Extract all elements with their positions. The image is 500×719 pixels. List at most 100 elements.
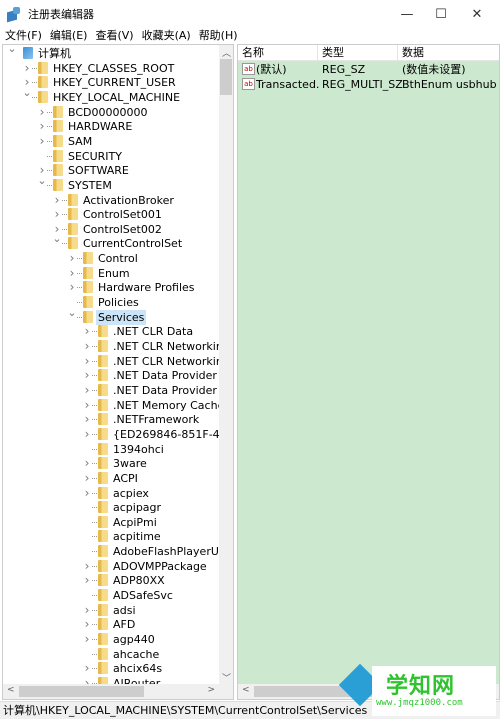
expand-chevron-icon[interactable]: ›	[37, 119, 47, 133]
tree-item[interactable]: › .NET CLR Networking 4	[3, 354, 233, 369]
menu-view[interactable]: 查看(V)	[92, 27, 136, 43]
close-button[interactable]: ✕	[454, 0, 500, 28]
expand-chevron-icon[interactable]: ›	[82, 412, 92, 426]
tree-item[interactable]: › Hardware Profiles	[3, 280, 221, 295]
tree-vertical-scrollbar[interactable]: ︿ ﹀	[219, 45, 233, 685]
expand-chevron-icon[interactable]: ›	[82, 632, 92, 646]
expand-chevron-icon[interactable]: ›	[37, 134, 47, 148]
collapse-chevron-icon[interactable]: ⌄	[67, 306, 77, 319]
tree-item[interactable]: › .NET Data Provider for	[3, 368, 233, 383]
tree-item[interactable]: › 3ware	[3, 456, 221, 471]
menu-help[interactable]: 帮助(H)	[196, 27, 241, 43]
tree-item[interactable]: › {ED269846-851F-462b	[3, 427, 233, 442]
tree-item[interactable]: › .NET Data Provider for	[3, 383, 233, 398]
tree-item-label: SOFTWARE	[68, 164, 129, 178]
tree-item[interactable]: › ahcix64s	[3, 661, 221, 676]
tree-item[interactable]: › SOFTWARE	[3, 163, 221, 178]
tree-item[interactable]: › ADOVMPPackage	[3, 559, 221, 574]
tree-item[interactable]: › ControlSet002	[3, 222, 221, 237]
tree-item[interactable]: SECURITY	[3, 149, 221, 164]
expand-chevron-icon[interactable]: ›	[82, 368, 92, 382]
expand-chevron-icon[interactable]: ›	[82, 427, 92, 441]
expand-chevron-icon[interactable]: ›	[67, 280, 77, 294]
expand-chevron-icon[interactable]: ›	[82, 383, 92, 397]
tree-item[interactable]: › AFD	[3, 617, 221, 632]
tree-item[interactable]: › HKEY_CLASSES_ROOT	[3, 61, 221, 76]
scroll-up-icon[interactable]: ︿	[222, 46, 231, 59]
tree-item[interactable]: ⌄ HKEY_LOCAL_MACHINE	[3, 86, 221, 105]
collapse-chevron-icon[interactable]: ⌄	[52, 232, 62, 245]
tree-item[interactable]: acpipagr	[3, 500, 221, 515]
column-name[interactable]: 名称	[238, 45, 318, 61]
tree-item[interactable]: AcpiPmi	[3, 515, 221, 530]
tree-item[interactable]: AdobeFlashPlayerUpd	[3, 544, 233, 559]
expand-chevron-icon[interactable]: ›	[82, 603, 92, 617]
tree-item[interactable]: › ACPI	[3, 471, 221, 486]
expand-chevron-icon[interactable]: ›	[82, 354, 92, 368]
value-row[interactable]: ab Transacted... REG_MULTI_SZ BthEnum us…	[238, 77, 499, 92]
tree-item[interactable]: ADSafeSvc	[3, 588, 221, 603]
collapse-chevron-icon[interactable]: ⌄	[37, 174, 47, 187]
collapse-chevron-icon[interactable]: ⌄	[7, 45, 17, 55]
tree-item[interactable]: › Enum	[3, 266, 221, 281]
scroll-left-icon[interactable]: <	[242, 685, 250, 695]
tree-item[interactable]: › adsi	[3, 603, 221, 618]
expand-chevron-icon[interactable]: ›	[67, 251, 77, 265]
tree-item[interactable]: ⌄ CurrentControlSet	[3, 232, 221, 251]
tree-item[interactable]: › BCD00000000	[3, 105, 221, 120]
tree-item-label: ACPI	[113, 471, 138, 485]
tree-item[interactable]: › .NET CLR Data	[3, 324, 221, 339]
expand-chevron-icon[interactable]: ›	[82, 617, 92, 631]
expand-chevron-icon[interactable]: ›	[82, 324, 92, 338]
tree-item[interactable]: Policies	[3, 295, 221, 310]
tree-item[interactable]: › .NET CLR Networking	[3, 339, 230, 354]
tree-item[interactable]: › ActivationBroker	[3, 193, 221, 208]
menu-file[interactable]: 文件(F)	[2, 27, 45, 43]
tree-item[interactable]: › Control	[3, 251, 221, 266]
tree-horizontal-scrollbar[interactable]: < >	[3, 684, 233, 699]
column-type[interactable]: 类型	[318, 45, 398, 61]
tree-item[interactable]: › HKEY_CURRENT_USER	[3, 75, 221, 90]
tree-item[interactable]: 1394ohci	[3, 442, 221, 457]
tree-item[interactable]: ⌄ Services	[3, 306, 221, 325]
expand-chevron-icon[interactable]: ›	[82, 661, 92, 675]
tree-horizontal-thumb[interactable]	[19, 686, 144, 697]
values-list[interactable]: 名称 类型 数据 ab (默认) REG_SZ (数值未设置) ab Trans…	[237, 44, 500, 700]
tree-item[interactable]: ⌄ 计算机	[3, 45, 221, 61]
menu-edit[interactable]: 编辑(E)	[47, 27, 91, 43]
expand-chevron-icon[interactable]: ›	[82, 486, 92, 500]
tree-item[interactable]: ahcache	[3, 647, 221, 662]
tree-item[interactable]: acpitime	[3, 529, 221, 544]
expand-chevron-icon[interactable]: ›	[67, 266, 77, 280]
column-data[interactable]: 数据	[398, 45, 499, 61]
menu-favorites[interactable]: 收藏夹(A)	[139, 27, 194, 43]
scroll-right-icon[interactable]: >	[207, 685, 215, 695]
expand-chevron-icon[interactable]: ›	[82, 398, 92, 412]
collapse-chevron-icon[interactable]: ⌄	[22, 86, 32, 99]
tree-item[interactable]: › agp440	[3, 632, 221, 647]
tree-connector	[92, 551, 97, 553]
expand-chevron-icon[interactable]: ›	[82, 471, 92, 485]
tree-item[interactable]: › .NET Memory Cache 4	[3, 398, 233, 413]
expand-chevron-icon[interactable]: ›	[52, 193, 62, 207]
scroll-down-icon[interactable]: ﹀	[222, 671, 231, 684]
tree-item[interactable]: › acpiex	[3, 486, 221, 501]
scroll-left-icon[interactable]: <	[7, 685, 15, 695]
expand-chevron-icon[interactable]: ›	[37, 105, 47, 119]
key-tree[interactable]: ⌄ 计算机 › HKEY_CLASSES_ROOT › HKEY_CURRENT_USER…	[2, 44, 234, 700]
tree-item[interactable]: › ADP80XX	[3, 573, 221, 588]
tree-item[interactable]: › ControlSet001	[3, 207, 221, 222]
title-bar: 注册表编辑器 — ☐ ✕	[0, 0, 500, 28]
value-row[interactable]: ab (默认) REG_SZ (数值未设置)	[238, 62, 499, 77]
tree-vertical-thumb[interactable]	[220, 59, 232, 95]
expand-chevron-icon[interactable]: ›	[82, 339, 92, 353]
tree-item[interactable]: › .NETFramework	[3, 412, 221, 427]
tree-item[interactable]: › SAM	[3, 134, 221, 149]
expand-chevron-icon[interactable]: ›	[82, 573, 92, 587]
expand-chevron-icon[interactable]: ›	[82, 456, 92, 470]
expand-chevron-icon[interactable]: ›	[22, 61, 32, 75]
tree-item[interactable]: ⌄ SYSTEM	[3, 174, 221, 193]
expand-chevron-icon[interactable]: ›	[52, 207, 62, 221]
expand-chevron-icon[interactable]: ›	[82, 559, 92, 573]
tree-item[interactable]: › HARDWARE	[3, 119, 221, 134]
